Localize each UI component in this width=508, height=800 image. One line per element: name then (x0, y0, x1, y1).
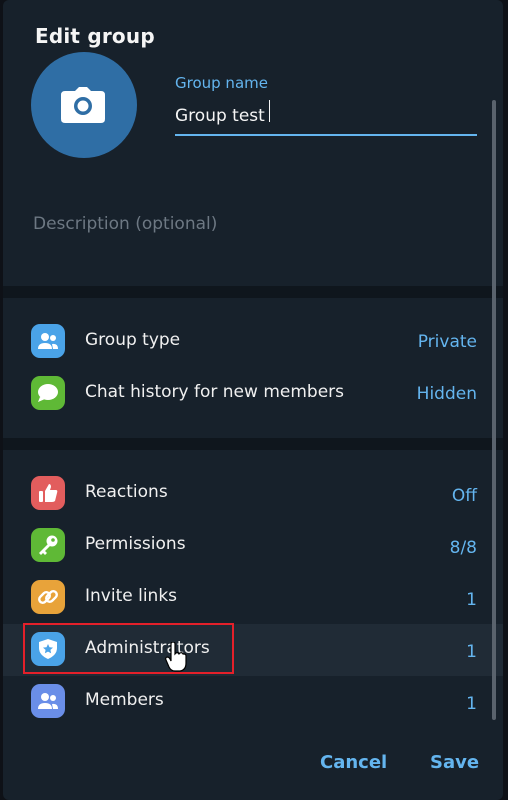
group-type-icon (31, 324, 65, 358)
row-reactions[interactable]: Reactions Off (3, 468, 503, 520)
highlight-annotation-box (23, 623, 234, 674)
row-permissions[interactable]: Permissions 8/8 (3, 520, 503, 572)
group-name-label: Group name (175, 74, 268, 92)
members-icon (31, 684, 65, 718)
link-icon (31, 580, 65, 614)
row-value: Hidden (416, 384, 477, 404)
cancel-button[interactable]: Cancel (320, 752, 387, 773)
row-value: 1 (466, 642, 477, 662)
save-button[interactable]: Save (430, 752, 479, 773)
row-value: Off (451, 486, 477, 506)
row-label: Reactions (85, 482, 168, 502)
group-name-input[interactable] (175, 98, 477, 136)
row-label: Members (85, 690, 164, 710)
row-invite-links[interactable]: Invite links 1 (3, 572, 503, 624)
row-group-type[interactable]: Group type Private (3, 316, 503, 368)
scrollbar[interactable] (492, 100, 496, 720)
row-value: Private (417, 332, 477, 352)
row-value: 1 (466, 694, 477, 714)
dialog-title: Edit group (35, 24, 155, 48)
row-members[interactable]: Members 1 (3, 676, 503, 728)
hand-cursor-icon (165, 642, 187, 672)
chat-bubble-icon (31, 376, 65, 410)
thumbs-up-icon (31, 476, 65, 510)
edit-group-dialog: Edit group Group name Description (optio… (3, 0, 503, 800)
description-input[interactable]: Description (optional) (33, 214, 217, 234)
row-label: Invite links (85, 586, 178, 606)
key-icon (31, 528, 65, 562)
section-divider (3, 286, 503, 298)
row-chat-history[interactable]: Chat history for new members Hidden (3, 368, 503, 420)
row-value: 1 (466, 590, 477, 610)
camera-icon (61, 87, 105, 123)
row-label: Group type (85, 330, 181, 350)
row-label: Chat history for new members (85, 382, 345, 402)
row-label: Permissions (85, 534, 186, 554)
row-value: 8/8 (449, 538, 477, 558)
text-caret (269, 100, 270, 122)
section-divider (3, 438, 503, 450)
